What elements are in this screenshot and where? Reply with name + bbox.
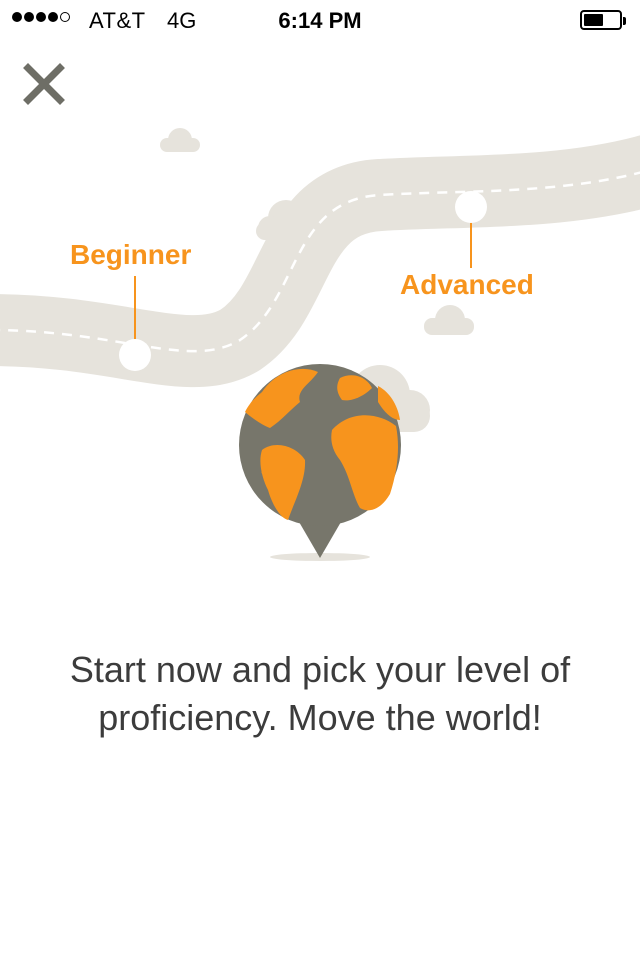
cloud-right	[424, 305, 474, 335]
battery-level	[584, 14, 603, 26]
globe-pin-icon	[239, 364, 401, 558]
cloud-small	[160, 128, 200, 152]
advanced-marker[interactable]	[455, 191, 487, 223]
beginner-marker[interactable]	[119, 339, 151, 371]
advanced-label[interactable]: Advanced	[400, 269, 534, 301]
road-globe-illustration	[0, 128, 640, 561]
status-bar: AT&T 4G 6:14 PM	[0, 0, 640, 40]
battery-tip	[623, 17, 626, 25]
battery-icon	[580, 10, 626, 30]
beginner-label[interactable]: Beginner	[70, 239, 191, 271]
status-time: 6:14 PM	[278, 8, 362, 33]
onboarding-caption: Start now and pick your level of profici…	[69, 649, 571, 738]
